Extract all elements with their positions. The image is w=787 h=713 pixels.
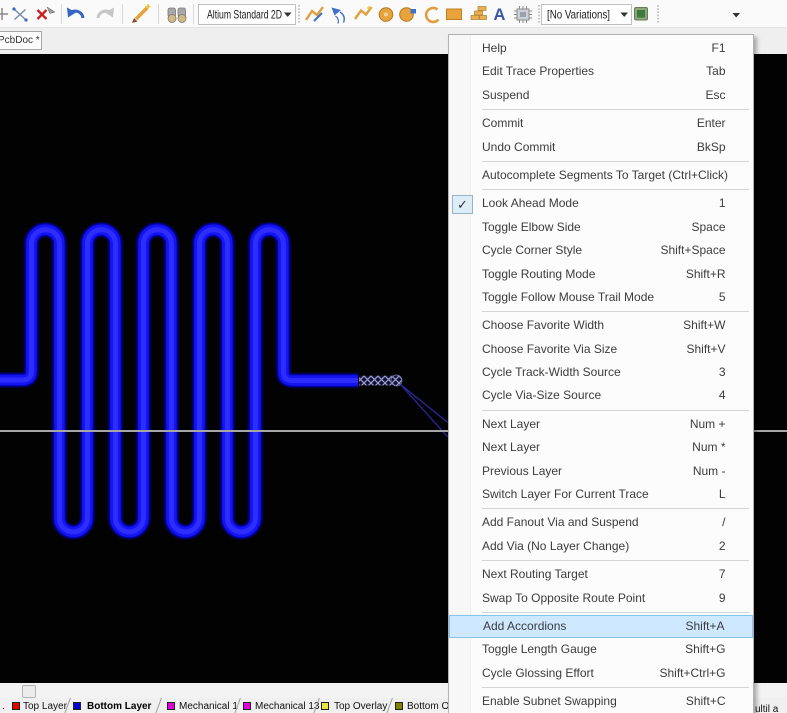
svg-text:Altium Standard 2D: Altium Standard 2D [207, 8, 282, 22]
svg-text:[No Variations]: [No Variations] [547, 8, 610, 22]
svg-text:A: A [494, 6, 506, 24]
